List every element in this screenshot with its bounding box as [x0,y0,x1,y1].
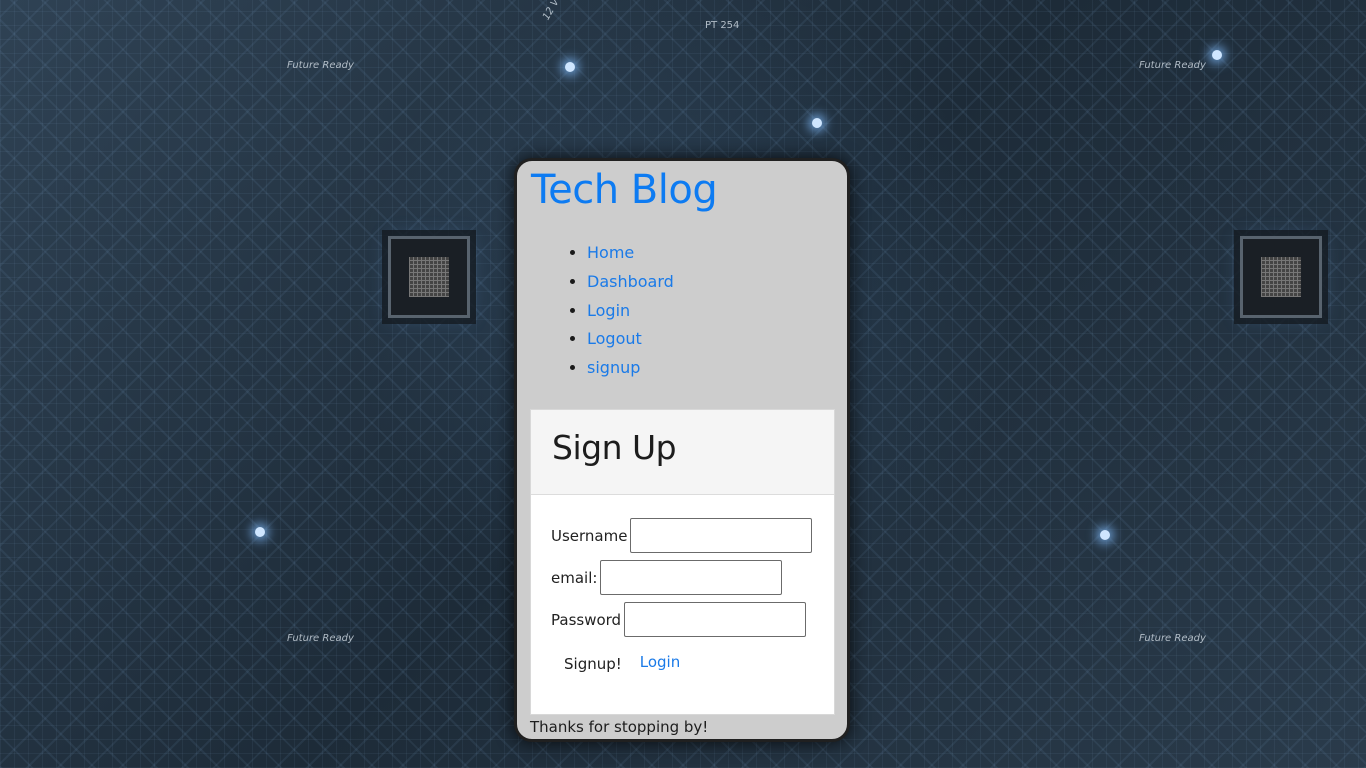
nav-menu: Home Dashboard Login Logout signup [545,239,674,383]
nav-item-logout: Logout [587,325,674,354]
nav-item-home: Home [587,239,674,268]
nav-link-signup[interactable]: signup [587,358,640,377]
glow-dot [565,62,575,72]
email-label: email: [551,568,598,587]
bg-label-future-ready: Future Ready [1139,60,1206,71]
nav-link-logout[interactable]: Logout [587,329,642,348]
username-row: Username [551,518,813,553]
site-title: Tech Blog [531,167,718,213]
bg-label-future-ready: Future Ready [287,633,354,644]
password-label: Password [551,610,622,629]
email-row: email: [551,560,783,595]
username-input[interactable] [630,518,813,553]
main-card: Tech Blog Home Dashboard Login Logout si… [514,158,850,742]
email-input[interactable] [600,560,783,595]
bg-label-pt: PT 254 [705,20,740,31]
bg-label-future-ready: Future Ready [287,60,354,71]
login-link[interactable]: Login [640,653,680,671]
username-label: Username [551,526,628,545]
nav-item-signup: signup [587,354,674,383]
nav-item-dashboard: Dashboard [587,268,674,297]
footer-text: Thanks for stopping by! [530,718,709,736]
password-input[interactable] [624,602,807,637]
password-row: Password [551,602,807,637]
signup-panel: Sign Up Username email: Password Signup!… [530,409,835,715]
form-actions: Signup! Login [564,653,680,673]
signup-title: Sign Up [552,428,677,467]
signup-panel-header: Sign Up [531,410,834,495]
bg-label-voltage: 12 V [540,0,562,23]
nav-item-login: Login [587,297,674,326]
chip-icon [388,236,470,318]
glow-dot [1100,530,1110,540]
glow-dot [812,118,822,128]
nav-link-dashboard[interactable]: Dashboard [587,272,674,291]
nav-link-login[interactable]: Login [587,301,630,320]
glow-dot [1212,50,1222,60]
glow-dot [255,527,265,537]
nav-link-home[interactable]: Home [587,243,634,262]
bg-label-future-ready: Future Ready [1139,633,1206,644]
chip-icon [1240,236,1322,318]
signup-button[interactable]: Signup! [564,655,622,673]
